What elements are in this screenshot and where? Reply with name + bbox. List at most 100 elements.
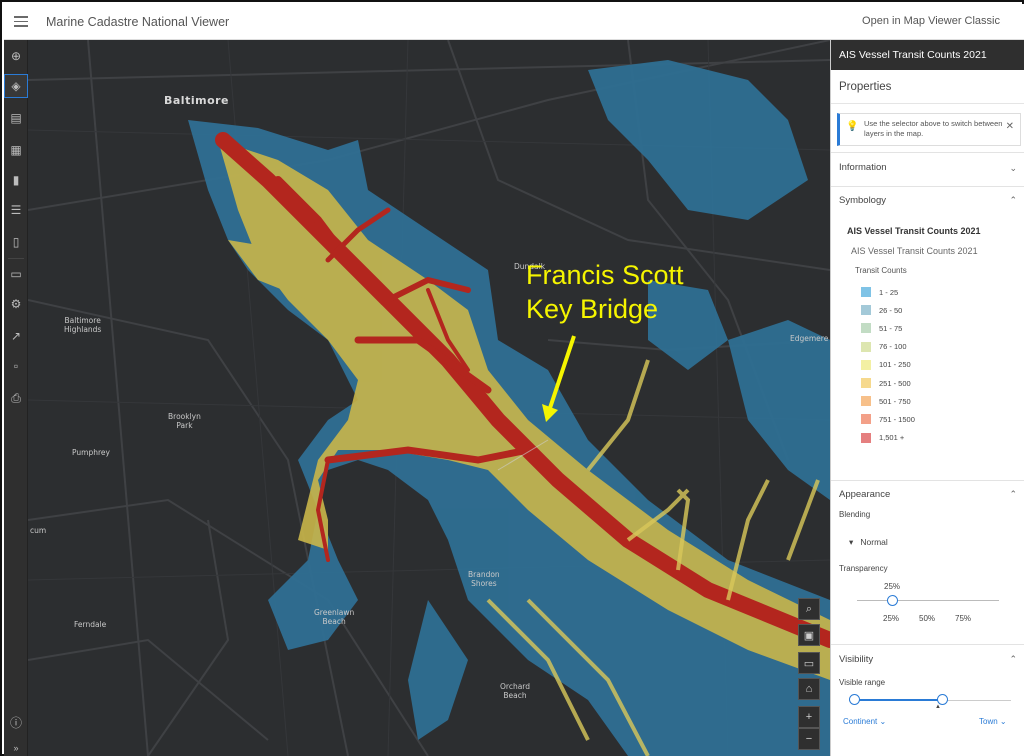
bookmark-icon[interactable]: ▯	[4, 230, 28, 254]
map-label-baltimore-highlands: Baltimore Highlands	[64, 316, 102, 334]
legend-label: 751 - 1500	[879, 414, 915, 424]
legend-swatch	[861, 414, 871, 425]
chevron-down-icon: ⌄	[999, 717, 1007, 726]
map-label-brandon-shores: Brandon Shores	[468, 570, 500, 588]
app-title: Marine Cadastre National Viewer	[46, 14, 230, 29]
measure-icon[interactable]: ▣	[798, 624, 820, 646]
notice-text: Use the selector above to switch between…	[864, 119, 1003, 138]
legend-label: 1,501 +	[879, 433, 905, 443]
bridge-annotation: Francis Scott Key Bridge	[526, 260, 684, 324]
symbology-sublayer-name: AIS Vessel Transit Counts 2021	[851, 246, 978, 256]
chevron-up-icon[interactable]: ⌃	[1009, 489, 1017, 500]
screen-icon[interactable]: ▭	[798, 652, 820, 674]
table-icon[interactable]: ▤	[4, 106, 28, 130]
legend-swatch	[861, 305, 871, 316]
legend-item: 101 - 250	[861, 359, 911, 371]
zoom-in-icon[interactable]: +	[798, 706, 820, 728]
legend-label: 1 - 25	[879, 287, 899, 297]
legend-item: 751 - 1500	[861, 413, 915, 425]
legend-item: 76 - 100	[861, 341, 907, 353]
map-label-edgemere: Edgemere	[790, 334, 829, 343]
chevron-down-icon: ⌄	[879, 717, 887, 726]
transparency-value: 25%	[884, 582, 901, 591]
chevron-down-icon[interactable]: ⌄	[1009, 163, 1017, 174]
symbology-heading[interactable]: Symbology	[839, 195, 886, 206]
caret-down-icon: ▾	[849, 537, 854, 547]
share-icon[interactable]: ↗	[4, 324, 28, 348]
map-label-greenlawn-beach: Greenlawn Beach	[314, 608, 355, 626]
blending-select[interactable]: ▾ Normal	[849, 537, 888, 548]
range-max-value: Town	[979, 717, 998, 726]
search-icon[interactable]: ⌕	[798, 598, 820, 620]
chevron-up-icon[interactable]: ⌃	[1009, 654, 1017, 665]
legend-swatch	[861, 287, 871, 297]
legend-label: 101 - 250	[879, 360, 911, 370]
sketch-icon[interactable]: ▭	[4, 262, 28, 286]
app-frame: Marine Cadastre National Viewer Open in …	[0, 0, 1024, 756]
legend-label: 26 - 50	[879, 305, 903, 315]
transparency-slider-track[interactable]	[857, 600, 999, 601]
transparency-label: Transparency	[839, 564, 888, 573]
legend-label: 501 - 750	[879, 396, 911, 406]
visible-range-min-thumb[interactable]	[849, 694, 860, 705]
properties-panel: AIS Vessel Transit Counts 2021 Propertie…	[830, 40, 1024, 756]
legend-swatch	[861, 396, 871, 407]
transparency-tick-50: 50%	[919, 614, 936, 623]
legend-swatch	[861, 323, 871, 334]
app-header: Marine Cadastre National Viewer Open in …	[4, 4, 1024, 40]
information-heading: Information	[839, 162, 887, 173]
hamburger-menu-icon[interactable]	[8, 9, 34, 35]
zoom-out-icon[interactable]: −	[798, 728, 820, 750]
layer-selector-notice: 💡 Use the selector above to switch betwe…	[837, 113, 1021, 146]
chart-icon[interactable]: ▮	[4, 168, 28, 192]
save-icon[interactable]: ▫	[4, 354, 28, 378]
settings-icon[interactable]: ⚙	[4, 292, 28, 316]
basemap-icon[interactable]: ▦	[4, 138, 28, 162]
home-icon[interactable]: ⌂	[798, 678, 820, 700]
info-icon[interactable]: ⓘ	[4, 710, 28, 734]
legend-item: 51 - 75	[861, 322, 902, 334]
symbology-layer-name: AIS Vessel Transit Counts 2021	[847, 226, 981, 236]
range-min-select[interactable]: Continent ⌄	[843, 717, 886, 726]
close-icon[interactable]: ✕	[1006, 122, 1014, 132]
layer-title: AIS Vessel Transit Counts 2021	[831, 40, 1024, 70]
map-label-baltimore: Baltimore	[164, 94, 230, 107]
symbology-field-label: Transit Counts	[855, 266, 907, 275]
transparency-tick-25: 25%	[883, 614, 900, 623]
information-section[interactable]: Information ⌄	[831, 152, 1024, 182]
legend-item: 501 - 750	[861, 395, 911, 407]
legend-label: 76 - 100	[879, 342, 907, 352]
open-map-viewer-classic-link[interactable]: Open in Map Viewer Classic	[862, 15, 1000, 27]
visible-range-label: Visible range	[839, 678, 886, 687]
legend-label: 51 - 75	[879, 323, 903, 333]
left-toolbar: ⊕ ◈ ▤ ▦ ▮ ☰ ▯ ▭ ⚙ ↗ ▫ ⎙ ⓘ »	[4, 40, 28, 756]
map-canvas	[28, 40, 830, 756]
expand-toolbar-icon[interactable]: »	[4, 736, 28, 756]
properties-heading: Properties	[831, 70, 1024, 104]
add-icon[interactable]: ⊕	[4, 44, 28, 68]
appearance-heading[interactable]: Appearance	[839, 489, 890, 500]
appearance-section: Appearance ⌃	[831, 480, 1024, 630]
current-scale-marker-icon: ▲	[935, 704, 941, 710]
legend-swatch	[861, 378, 871, 388]
visible-range-fill	[855, 699, 943, 701]
map-view[interactable]: Baltimore Baltimore Highlands Brooklyn P…	[28, 40, 830, 756]
transparency-tick-75: 75%	[955, 614, 972, 623]
range-max-select[interactable]: Town ⌄	[979, 717, 1007, 726]
chevron-up-icon[interactable]: ⌃	[1009, 195, 1017, 206]
map-label-brooklyn-park: Brooklyn Park	[168, 412, 201, 430]
legend-icon[interactable]: ☰	[4, 198, 28, 222]
legend-swatch	[861, 359, 871, 370]
transparency-slider-thumb[interactable]	[887, 595, 898, 606]
layers-icon[interactable]: ◈	[4, 74, 28, 98]
blending-label: Blending	[839, 510, 871, 519]
legend-label: 251 - 500	[879, 378, 911, 388]
map-label-cum: cum	[30, 526, 47, 535]
blending-value: Normal	[860, 537, 888, 547]
legend-swatch	[861, 432, 871, 443]
legend-item: 1,501 +	[861, 432, 904, 444]
legend-item: 251 - 500	[861, 377, 911, 389]
visibility-heading[interactable]: Visibility	[839, 654, 873, 665]
legend-swatch	[861, 341, 871, 352]
print-icon[interactable]: ⎙	[4, 386, 28, 410]
